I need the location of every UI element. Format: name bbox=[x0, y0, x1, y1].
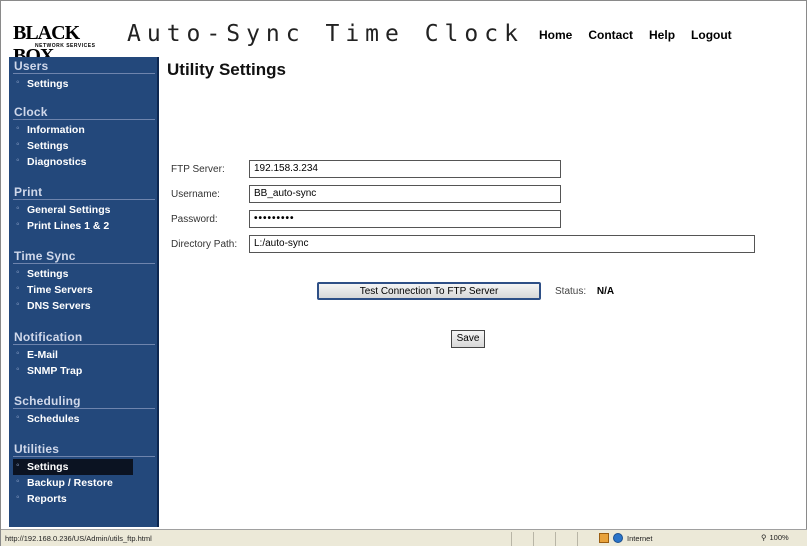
sidebar-section-utilities: Utilities Settings Backup / Restore Repo… bbox=[13, 442, 155, 507]
sidebar-heading-timesync: Time Sync bbox=[13, 249, 155, 264]
sidebar-section-scheduling: Scheduling Schedules bbox=[13, 394, 155, 427]
zone-label: Internet bbox=[627, 533, 653, 543]
directory-path-input[interactable]: L:/auto-sync bbox=[249, 235, 755, 253]
nav-logout[interactable]: Logout bbox=[691, 28, 732, 42]
password-label: Password: bbox=[171, 213, 218, 225]
sidebar-heading-print: Print bbox=[13, 185, 155, 200]
browser-status-bar: http://192.168.0.236/US/Admin/utils_ftp.… bbox=[1, 529, 807, 546]
nav-contact[interactable]: Contact bbox=[588, 28, 633, 42]
sidebar-heading-users: Users bbox=[13, 59, 155, 74]
status-divider bbox=[511, 532, 512, 546]
sidebar-item-utilities-settings[interactable]: Settings bbox=[13, 458, 133, 475]
ftp-server-label: FTP Server: bbox=[171, 163, 225, 175]
status-divider bbox=[533, 532, 534, 546]
sidebar-heading-clock: Clock bbox=[13, 105, 155, 120]
sidebar-item-users-settings[interactable]: Settings bbox=[13, 75, 155, 92]
sidebar-section-print: Print General Settings Print Lines 1 & 2 bbox=[13, 185, 155, 234]
sidebar-item-reports[interactable]: Reports bbox=[13, 490, 155, 507]
main-content: Utility Settings FTP Server: 192.158.3.2… bbox=[159, 57, 799, 527]
zoom-control[interactable]: ⚲ 100% bbox=[761, 533, 789, 542]
password-input[interactable]: ••••••••• bbox=[249, 210, 561, 228]
username-label: Username: bbox=[171, 188, 220, 200]
sidebar-section-notification: Notification E-Mail SNMP Trap bbox=[13, 330, 155, 379]
sidebar-item-print-lines[interactable]: Print Lines 1 & 2 bbox=[13, 217, 155, 234]
sidebar-item-clock-diagnostics[interactable]: Diagnostics bbox=[13, 153, 155, 170]
sidebar-section-users: Users Settings bbox=[13, 59, 155, 92]
sidebar-heading-scheduling: Scheduling bbox=[13, 394, 155, 409]
save-button[interactable]: Save bbox=[451, 330, 485, 348]
sidebar-item-snmp-trap[interactable]: SNMP Trap bbox=[13, 362, 155, 379]
status-divider bbox=[577, 532, 578, 546]
protected-mode-icon bbox=[599, 533, 609, 543]
sidebar-item-clock-information[interactable]: Information bbox=[13, 121, 155, 138]
sidebar-item-timesync-settings[interactable]: Settings bbox=[13, 265, 155, 282]
sidebar-item-time-servers[interactable]: Time Servers bbox=[13, 281, 155, 298]
sidebar-item-clock-settings[interactable]: Settings bbox=[13, 137, 155, 154]
sidebar-section-clock: Clock Information Settings Diagnostics bbox=[13, 105, 155, 170]
status-label: Status: bbox=[555, 286, 587, 297]
black-box-logo: BLACK BOX NETWORK SERVICES bbox=[13, 19, 123, 67]
sidebar-heading-utilities: Utilities bbox=[13, 442, 155, 457]
sidebar-section-timesync: Time Sync Settings Time Servers DNS Serv… bbox=[13, 249, 155, 314]
security-zone[interactable]: Internet bbox=[599, 533, 652, 543]
app-title: Auto-Sync Time Clock bbox=[127, 21, 524, 47]
logo-subtext: NETWORK SERVICES bbox=[35, 43, 96, 49]
username-input[interactable]: BB_auto-sync bbox=[249, 185, 561, 203]
password-row: Password: ••••••••• bbox=[171, 210, 561, 228]
browser-window: BLACK BOX NETWORK SERVICES Auto-Sync Tim… bbox=[0, 0, 807, 546]
nav-home[interactable]: Home bbox=[539, 28, 572, 42]
sidebar-item-print-general[interactable]: General Settings bbox=[13, 201, 155, 218]
header-bar: BLACK BOX NETWORK SERVICES Auto-Sync Tim… bbox=[9, 11, 799, 67]
sidebar: Users Settings Clock Information Setting… bbox=[9, 57, 159, 527]
top-nav: Home Contact Help Logout bbox=[539, 28, 732, 42]
nav-help[interactable]: Help bbox=[649, 28, 675, 42]
status-divider bbox=[555, 532, 556, 546]
connection-status: Status: N/A bbox=[555, 286, 614, 297]
sidebar-item-backup-restore[interactable]: Backup / Restore bbox=[13, 474, 155, 491]
page-title: Utility Settings bbox=[167, 60, 287, 79]
ftp-server-input[interactable]: 192.158.3.234 bbox=[249, 160, 561, 178]
sidebar-item-schedules[interactable]: Schedules bbox=[13, 410, 155, 427]
username-row: Username: BB_auto-sync bbox=[171, 185, 561, 203]
globe-icon bbox=[613, 533, 623, 543]
status-url: http://192.168.0.236/US/Admin/utils_ftp.… bbox=[5, 534, 152, 543]
sidebar-heading-notification: Notification bbox=[13, 330, 155, 345]
sidebar-item-dns-servers[interactable]: DNS Servers bbox=[13, 297, 155, 314]
ftp-server-row: FTP Server: 192.158.3.234 bbox=[171, 160, 561, 178]
zoom-icon: ⚲ bbox=[761, 533, 767, 542]
zoom-level: 100% bbox=[769, 533, 789, 542]
test-connection-button[interactable]: Test Connection To FTP Server bbox=[317, 282, 541, 300]
directory-path-row: Directory Path: L:/auto-sync bbox=[171, 235, 755, 253]
directory-path-label: Directory Path: bbox=[171, 238, 238, 250]
status-value: N/A bbox=[596, 286, 615, 297]
sidebar-item-email[interactable]: E-Mail bbox=[13, 346, 155, 363]
